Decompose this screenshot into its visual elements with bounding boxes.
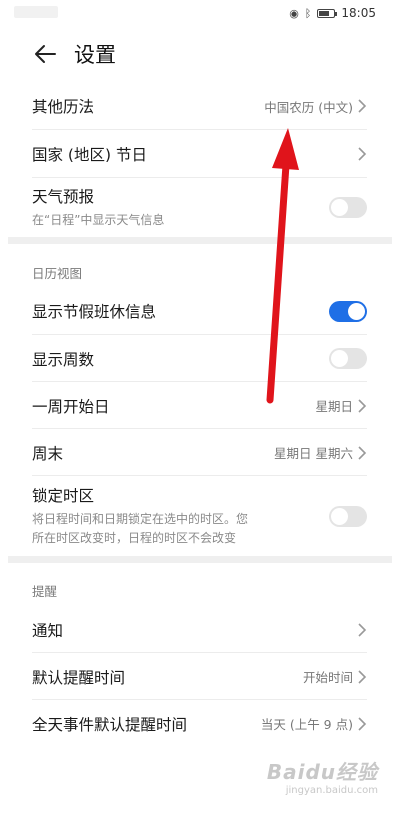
- lock-timezone-row: 锁定时区 将日程时间和日期锁定在选中的时区。您 所在时区改变时，日程的时区不会改…: [32, 478, 367, 554]
- week-number-toggle[interactable]: [329, 348, 367, 369]
- row-subtitle: 将日程时间和日期锁定在选中的时区。您 所在时区改变时，日程的时区不会改变: [32, 510, 248, 547]
- row-label: 周末: [32, 444, 64, 463]
- chevron-right-icon: [358, 669, 367, 684]
- subtitle-line: 所在时区改变时，日程的时区不会改变: [32, 531, 237, 545]
- chevron-right-icon: [358, 398, 367, 413]
- default-reminder-row[interactable]: 默认提醒时间 开始时间: [32, 653, 367, 700]
- chevron-right-icon: [358, 445, 367, 460]
- row-label: 默认提醒时间: [32, 668, 126, 687]
- notification-row[interactable]: 通知: [32, 606, 367, 653]
- row-value: 开始时间: [302, 670, 353, 685]
- row-label: 锁定时区: [32, 487, 95, 506]
- watermark-url: jingyan.baidu.com: [285, 785, 378, 796]
- baidu-watermark: Baidu经验 jingyan.baidu.com: [267, 756, 378, 796]
- row-value: 星期日: [315, 399, 353, 414]
- show-holiday-row: 显示节假班休信息: [32, 287, 367, 335]
- section-header-reminders: 提醒: [32, 584, 58, 599]
- lock-timezone-toggle[interactable]: [329, 505, 367, 527]
- chevron-right-icon: [358, 147, 367, 161]
- status-bar: ◉ ᛒ 18:05: [0, 0, 400, 26]
- section-header-calendar-view: 日历视图: [32, 266, 83, 281]
- allday-reminder-row[interactable]: 全天事件默认提醒时间 当天 (上午 9 点): [32, 700, 367, 747]
- weather-row: 天气预报 在“日程”中显示天气信息: [32, 178, 367, 236]
- back-button[interactable]: [30, 39, 60, 69]
- battery-icon: [317, 8, 338, 18]
- row-label: 国家 (地区) 节日: [32, 146, 147, 164]
- chevron-right-icon: [358, 622, 367, 637]
- row-label: 显示节假班休信息: [32, 303, 157, 321]
- row-value: 星期日 星期六: [274, 446, 353, 461]
- eye-icon: ◉: [289, 6, 299, 20]
- page-title: 设置: [74, 43, 116, 67]
- subtitle-line: 将日程时间和日期锁定在选中的时区。您: [32, 512, 249, 527]
- row-label: 天气预报: [32, 187, 95, 206]
- row-label: 全天事件默认提醒时间: [32, 715, 188, 734]
- row-label: 显示周数: [32, 350, 95, 369]
- title-bar: 设置: [0, 26, 400, 82]
- row-value: 中国农历 (中文): [264, 99, 353, 115]
- holiday-info-toggle[interactable]: [329, 300, 367, 322]
- back-arrow-icon: [35, 45, 56, 63]
- week-start-row[interactable]: 一周开始日 星期日: [32, 382, 367, 429]
- status-time: 18:05: [341, 6, 376, 20]
- other-calendar-row[interactable]: 其他历法 中国农历 (中文): [32, 82, 367, 130]
- chevron-right-icon: [358, 99, 367, 113]
- row-value: 当天 (上午 9 点): [260, 717, 353, 732]
- holidays-row[interactable]: 国家 (地区) 节日: [32, 130, 367, 178]
- row-label: 一周开始日: [32, 397, 110, 416]
- row-label: 通知: [32, 621, 64, 640]
- bluetooth-icon: ᛒ: [304, 6, 312, 20]
- row-label: 其他历法: [32, 98, 95, 116]
- chevron-right-icon: [358, 716, 367, 731]
- weekend-row[interactable]: 周末 星期日 星期六: [32, 429, 367, 476]
- show-week-number-row: 显示周数: [32, 335, 367, 382]
- row-subtitle: 在“日程”中显示天气信息: [32, 212, 165, 227]
- carrier-blur: [14, 6, 58, 18]
- watermark-logo: Baidu经验: [266, 760, 378, 784]
- section-divider: [8, 237, 392, 244]
- weather-toggle[interactable]: [329, 196, 367, 218]
- section-divider: [8, 556, 392, 563]
